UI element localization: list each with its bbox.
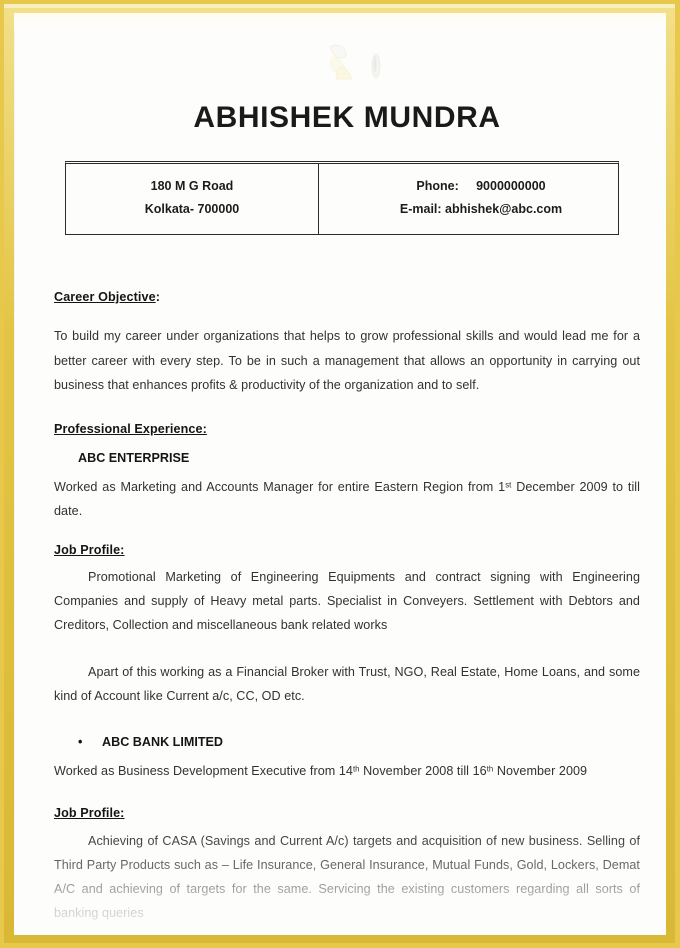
company-name-abc-enterprise: ABC ENTERPRISE: [78, 451, 190, 466]
career-objective-heading: Career Objective:: [54, 290, 640, 304]
document-page-frame: ABHISHEK MUNDRA 180 M G Road Kolkata- 70…: [0, 0, 680, 948]
email-line: E-mail: abhishek@abc.com: [399, 202, 563, 217]
address-line-1: 180 M G Road: [150, 179, 234, 193]
contact-address-cell: 180 M G Road Kolkata- 700000: [66, 164, 319, 235]
job-summary-text-before: Worked as Marketing and Accounts Manager…: [54, 480, 506, 495]
contact-communication-cell: Phone: 9000000000 E-mail: abhishek@abc.c…: [319, 164, 643, 234]
job-profile-body-2: Achieving of CASA (Savings and Current A…: [54, 833, 640, 921]
resume-paper-sheet: ABHISHEK MUNDRA 180 M G Road Kolkata- 70…: [14, 13, 666, 935]
job-summary-abc-bank-limited: Worked as Business Development Executive…: [54, 759, 640, 783]
job2-summary-text-before: Worked as Business Development Executive…: [54, 764, 353, 779]
bullet-point-icon: •: [78, 735, 83, 750]
job-summary-abc-enterprise: Worked as Marketing and Accounts Manager…: [54, 475, 640, 524]
job2-summary-text-middle: November 2008 till 16: [359, 764, 487, 779]
ordinal-superscript-th-1: th: [352, 764, 360, 774]
job-profile-heading-2: Job Profile:: [54, 806, 640, 820]
phone-line: Phone: 9000000000: [416, 179, 546, 193]
job2-summary-text-after: November 2009: [493, 764, 588, 779]
professional-experience-heading: Professional Experience:: [54, 422, 640, 436]
company-name-abc-bank-limited: • ABC BANK LIMITED: [54, 735, 640, 749]
career-objective-body: To build my career under organizations t…: [54, 329, 640, 392]
company-label-abc-bank-limited: ABC BANK LIMITED: [102, 735, 224, 750]
professional-experience-heading-label: Professional Experience:: [54, 422, 207, 437]
job-profile-heading-1-label: Job Profile:: [54, 542, 125, 557]
career-objective-heading-colon: :: [155, 290, 161, 305]
gold-border-highlight: [4, 4, 675, 8]
address-line-2: Kolkata- 700000: [144, 202, 240, 217]
job-profile-heading-2-label: Job Profile:: [54, 805, 125, 820]
career-objective-heading-label: Career Objective: [54, 290, 156, 305]
job-profile-body-1: Promotional Marketing of Engineering Equ…: [54, 569, 640, 633]
resume-content-column: ABHISHEK MUNDRA 180 M G Road Kolkata- 70…: [54, 13, 640, 926]
page-title: ABHISHEK MUNDRA: [193, 101, 501, 134]
job-profile-heading-1: Job Profile:: [54, 543, 640, 557]
contact-info-table: 180 M G Road Kolkata- 700000 Phone: 9000…: [65, 161, 619, 236]
job-extra-paragraph-1: Apart of this working as a Financial Bro…: [54, 664, 640, 703]
